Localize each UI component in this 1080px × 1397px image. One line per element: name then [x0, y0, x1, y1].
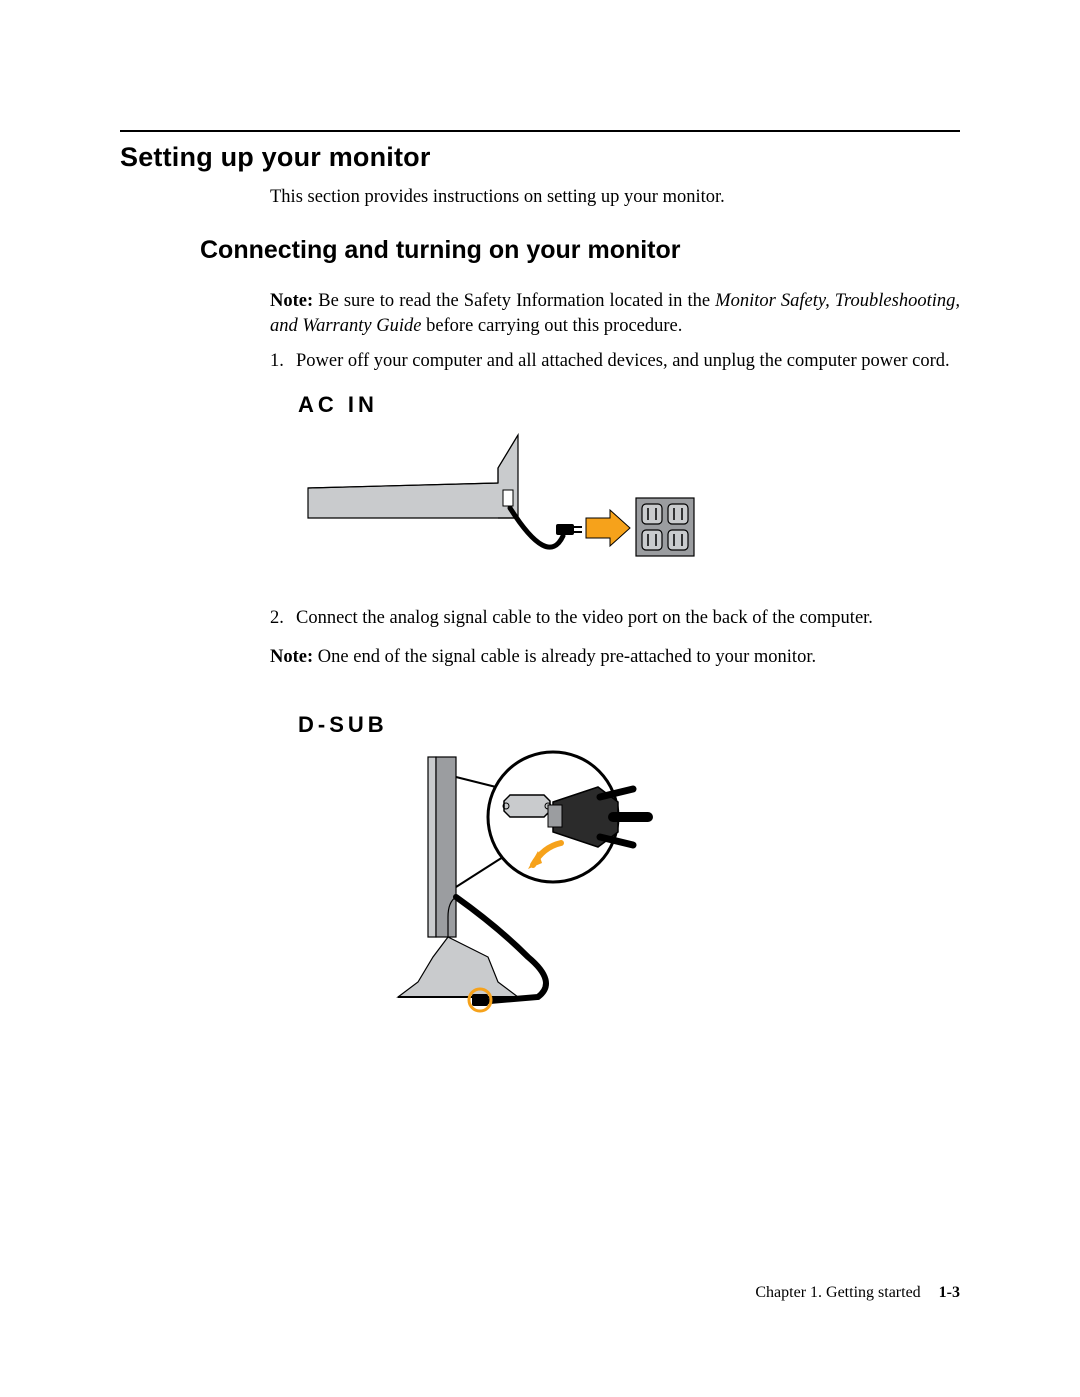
heading-setting-up: Setting up your monitor [120, 142, 960, 173]
footer-chapter: Chapter 1. Getting started [755, 1284, 920, 1301]
page-footer: Chapter 1. Getting started 1-3 [755, 1284, 960, 1302]
figure-1-label: AC IN [298, 390, 960, 420]
horizontal-rule [120, 130, 960, 132]
note-text-b: before carrying out this procedure. [421, 316, 682, 336]
intro-text: This section provides instructions on se… [270, 187, 960, 208]
step-2: 2. Connect the analog signal cable to th… [270, 606, 960, 631]
figure-ac-in [298, 428, 960, 566]
figure-2-label: D-SUB [298, 710, 960, 740]
step-2-text: Connect the analog signal cable to the v… [296, 606, 960, 631]
note-text-a: Be sure to read the Safety Information l… [313, 291, 715, 311]
note-label: Note: [270, 291, 313, 311]
step-1-text: Power off your computer and all attached… [296, 349, 960, 374]
figure-d-sub [298, 747, 960, 1035]
footer-page-number: 1-3 [939, 1284, 960, 1301]
note2-text: One end of the signal cable is already p… [313, 647, 816, 667]
note-preattached: Note: One end of the signal cable is alr… [270, 645, 960, 670]
step-2-number: 2. [270, 606, 296, 631]
note-safety: Note: Be sure to read the Safety Informa… [270, 289, 960, 339]
step-1: 1. Power off your computer and all attac… [270, 349, 960, 374]
step-1-number: 1. [270, 349, 296, 374]
heading-connecting: Connecting and turning on your monitor [200, 236, 960, 265]
note2-label: Note: [270, 647, 313, 667]
